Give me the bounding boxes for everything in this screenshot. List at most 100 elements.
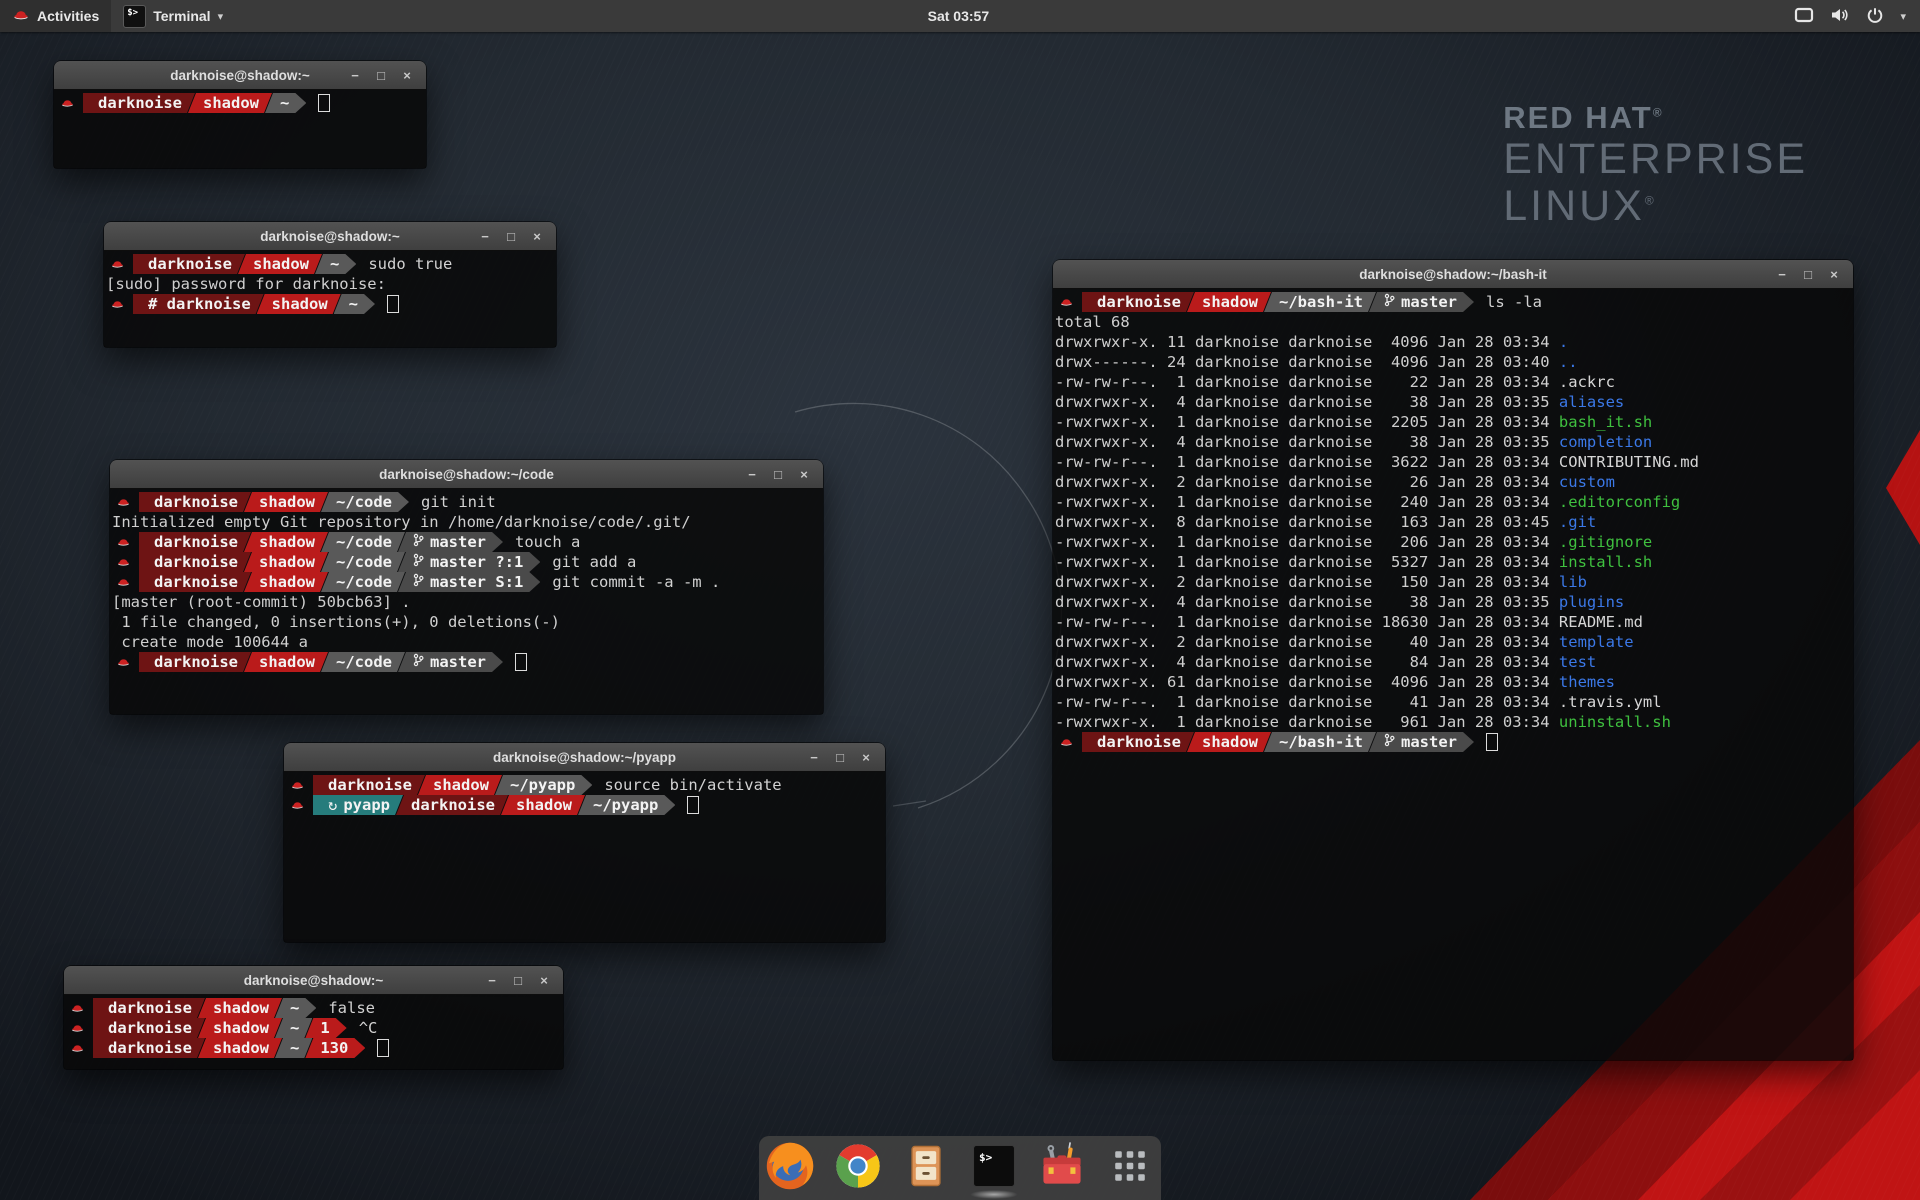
window-controls: −□× <box>739 467 817 482</box>
prompt-segment-host: shadow <box>501 795 585 815</box>
window-titlebar[interactable]: darknoise@shadow:~−□× <box>54 61 426 90</box>
terminal-cursor <box>1486 733 1498 751</box>
dock-item-chrome[interactable] <box>830 1140 886 1196</box>
system-status-area[interactable]: ▾ <box>1780 0 1920 32</box>
close-button[interactable]: × <box>524 229 550 244</box>
close-button[interactable]: × <box>394 68 420 83</box>
git-branch-icon <box>1384 292 1401 312</box>
prompt-line: darknoiseshadow~/pyappsource bin/activat… <box>286 775 883 795</box>
dock-item-app-grid[interactable] <box>1102 1140 1158 1196</box>
command-text: git init <box>421 492 496 512</box>
dock-item-firefox[interactable] <box>762 1140 818 1196</box>
close-button[interactable]: × <box>531 973 557 988</box>
dock-item-files[interactable] <box>898 1140 954 1196</box>
maximize-button[interactable]: □ <box>765 467 791 482</box>
terminal-body[interactable]: darknoiseshadow~/pyappsource bin/activat… <box>284 771 885 942</box>
prompt-segment-venv: ↻pyapp <box>313 795 403 815</box>
file-list-row: -rw-rw-r--. 1 darknoise darknoise 3622 J… <box>1055 452 1851 472</box>
redhat-prompt-icon <box>109 254 126 274</box>
redhat-prompt-icon <box>69 1018 86 1038</box>
command-text: sudo true <box>368 254 452 274</box>
command-text: false <box>328 998 375 1018</box>
dock-item-terminal[interactable]: $> <box>966 1140 1022 1196</box>
git-branch-icon <box>413 532 430 552</box>
maximize-button[interactable]: □ <box>498 229 524 244</box>
file-list-row: drwxrwxr-x. 4 darknoise darknoise 38 Jan… <box>1055 392 1851 412</box>
terminal-cursor <box>515 653 527 671</box>
maximize-button[interactable]: □ <box>827 750 853 765</box>
terminal-window: darknoise@shadow:~/bash-it−□×darknoisesh… <box>1053 260 1853 1060</box>
window-titlebar[interactable]: darknoise@shadow:~−□× <box>104 222 556 251</box>
minimize-button[interactable]: − <box>479 973 505 988</box>
terminal-body[interactable]: darknoiseshadow~falsedarknoiseshadow~1^C… <box>64 994 563 1069</box>
terminal-window: darknoise@shadow:~−□×darknoiseshadow~ <box>54 61 426 168</box>
close-button[interactable]: × <box>791 467 817 482</box>
activities-label: Activities <box>37 8 99 24</box>
activities-button[interactable]: Activities <box>0 0 111 32</box>
terminal-body[interactable]: darknoiseshadow~/codegit initInitialized… <box>110 488 823 714</box>
minimize-button[interactable]: − <box>1769 267 1795 282</box>
prompt-segment-user: darknoise <box>139 552 251 572</box>
redhat-prompt-icon <box>69 998 86 1018</box>
file-list-row: -rw-rw-r--. 1 darknoise darknoise 18630 … <box>1055 612 1851 632</box>
minimize-button[interactable]: − <box>739 467 765 482</box>
file-manager-icon <box>900 1140 952 1197</box>
top-bar: Activities $> Terminal ▾ Sat 03:57 ▾ <box>0 0 1920 32</box>
maximize-button[interactable]: □ <box>1795 267 1821 282</box>
power-icon <box>1866 6 1884 27</box>
clock[interactable]: Sat 03:57 <box>918 0 999 32</box>
prompt-line: darknoiseshadow~/codemaster S:1git commi… <box>112 572 821 592</box>
terminal-cursor <box>387 295 399 313</box>
app-menu-terminal[interactable]: $> Terminal ▾ <box>111 0 235 32</box>
rhel-logo-brand: RED HAT <box>1503 100 1652 135</box>
prompt-line: # darknoiseshadow~ <box>106 294 554 314</box>
close-button[interactable]: × <box>853 750 879 765</box>
volume-icon <box>1830 6 1850 27</box>
chrome-icon <box>832 1140 884 1197</box>
close-button[interactable]: × <box>1821 267 1847 282</box>
prompt-segment-err: 130 <box>305 1038 365 1058</box>
file-name: aliases <box>1559 393 1624 411</box>
prompt-segment-git: master <box>1369 732 1474 752</box>
redhat-prompt-icon <box>115 572 132 592</box>
display-icon <box>1794 6 1814 27</box>
minimize-button[interactable]: − <box>342 68 368 83</box>
toolbox-icon <box>1036 1140 1088 1197</box>
redhat-prompt-icon <box>289 775 306 795</box>
terminal-body[interactable]: darknoiseshadow~/bash-itmasterls -latota… <box>1053 288 1853 1060</box>
git-branch-icon <box>413 652 430 672</box>
file-name: install.sh <box>1559 553 1652 571</box>
prompt-segment-git: master <box>1369 292 1474 312</box>
window-titlebar[interactable]: darknoise@shadow:~/bash-it−□× <box>1053 260 1853 289</box>
file-name: uninstall.sh <box>1559 713 1671 731</box>
window-titlebar[interactable]: darknoise@shadow:~−□× <box>64 966 563 995</box>
file-list-row: drwxrwxr-x. 2 darknoise darknoise 40 Jan… <box>1055 632 1851 652</box>
terminal-body[interactable]: darknoiseshadow~sudo true[sudo] password… <box>104 250 556 347</box>
window-controls: −□× <box>1769 267 1847 282</box>
prompt-line: darknoiseshadow~sudo true <box>106 254 554 274</box>
redhat-prompt-icon <box>289 795 306 815</box>
prompt-segment-path: ~/bash-it <box>1264 732 1376 752</box>
output-line: [master (root-commit) 50bcb63] . <box>112 592 821 612</box>
running-app-indicator <box>970 1190 1018 1199</box>
redhat-prompt-icon <box>115 552 132 572</box>
minimize-button[interactable]: − <box>801 750 827 765</box>
terminal-body[interactable]: darknoiseshadow~ <box>54 89 426 168</box>
registered-mark: ® <box>1645 194 1657 208</box>
file-name: test <box>1559 653 1596 671</box>
window-titlebar[interactable]: darknoise@shadow:~/pyapp−□× <box>284 743 885 772</box>
prompt-segment-path: ~/bash-it <box>1264 292 1376 312</box>
window-titlebar[interactable]: darknoise@shadow:~/code−□× <box>110 460 823 489</box>
file-list-row: drwxrwxr-x. 8 darknoise darknoise 163 Ja… <box>1055 512 1851 532</box>
minimize-button[interactable]: − <box>472 229 498 244</box>
file-list-row: drwxrwxr-x. 11 darknoise darknoise 4096 … <box>1055 332 1851 352</box>
prompt-line: darknoiseshadow~/bash-itmasterls -la <box>1055 292 1851 312</box>
firefox-icon <box>764 1140 816 1197</box>
prompt-segment-host: shadow <box>1187 732 1271 752</box>
window-controls: −□× <box>342 68 420 83</box>
maximize-button[interactable]: □ <box>505 973 531 988</box>
dock-item-toolbox[interactable] <box>1034 1140 1090 1196</box>
maximize-button[interactable]: □ <box>368 68 394 83</box>
prompt-segment-user: darknoise <box>133 254 245 274</box>
command-text: git add a <box>552 552 636 572</box>
